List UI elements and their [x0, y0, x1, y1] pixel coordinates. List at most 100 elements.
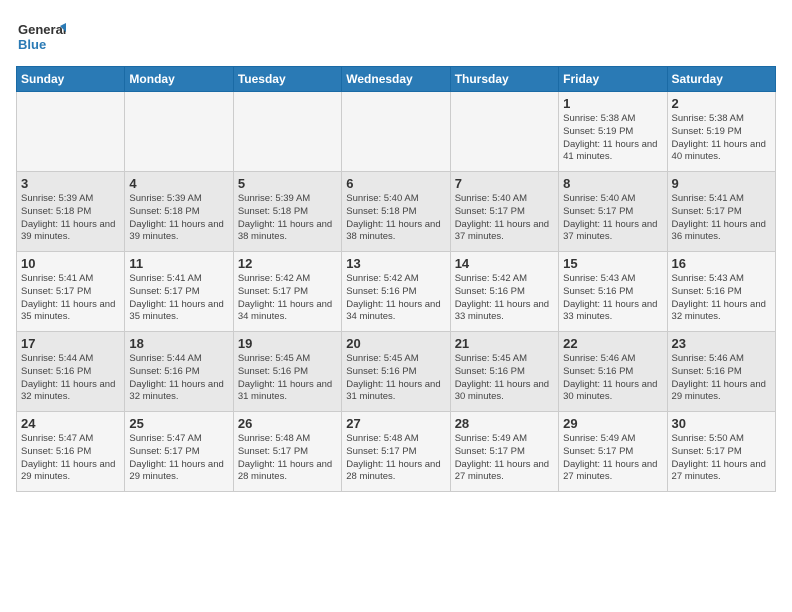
week-row-2: 3 Sunrise: 5:39 AM Sunset: 5:18 PM Daylig…: [17, 172, 776, 252]
day-info: Sunrise: 5:50 AM Sunset: 5:17 PM Dayligh…: [672, 433, 771, 484]
day-number: 15: [563, 256, 662, 271]
day-info: Sunrise: 5:46 AM Sunset: 5:16 PM Dayligh…: [563, 353, 662, 404]
day-number: 5: [238, 176, 337, 191]
calendar-cell: [450, 92, 558, 172]
day-number: 19: [238, 336, 337, 351]
day-info: Sunrise: 5:38 AM Sunset: 5:19 PM Dayligh…: [672, 113, 771, 164]
day-info: Sunrise: 5:40 AM Sunset: 5:18 PM Dayligh…: [346, 193, 445, 244]
calendar-cell: 3 Sunrise: 5:39 AM Sunset: 5:18 PM Daylig…: [17, 172, 125, 252]
calendar-cell: 23 Sunrise: 5:46 AM Sunset: 5:16 PM Dayli…: [667, 332, 775, 412]
day-number: 11: [129, 256, 228, 271]
day-number: 12: [238, 256, 337, 271]
day-info: Sunrise: 5:42 AM Sunset: 5:16 PM Dayligh…: [455, 273, 554, 324]
day-info: Sunrise: 5:43 AM Sunset: 5:16 PM Dayligh…: [563, 273, 662, 324]
day-number: 23: [672, 336, 771, 351]
day-info: Sunrise: 5:39 AM Sunset: 5:18 PM Dayligh…: [21, 193, 120, 244]
calendar-cell: [17, 92, 125, 172]
day-info: Sunrise: 5:40 AM Sunset: 5:17 PM Dayligh…: [563, 193, 662, 244]
day-info: Sunrise: 5:45 AM Sunset: 5:16 PM Dayligh…: [238, 353, 337, 404]
calendar-cell: 21Sunrise: 5:45 AM Sunset: 5:16 PM Dayli…: [450, 332, 558, 412]
calendar-cell: 12 Sunrise: 5:42 AM Sunset: 5:17 PM Dayli…: [233, 252, 341, 332]
day-info: Sunrise: 5:45 AM Sunset: 5:16 PM Dayligh…: [346, 353, 445, 404]
day-number: 14: [455, 256, 554, 271]
weekday-header-thursday: Thursday: [450, 67, 558, 92]
page-container: General Blue SundayMondayTuesdayWednesda…: [0, 0, 792, 500]
day-info: Sunrise: 5:40 AM Sunset: 5:17 PM Dayligh…: [455, 193, 554, 244]
day-number: 17: [21, 336, 120, 351]
calendar-cell: 2 Sunrise: 5:38 AM Sunset: 5:19 PM Daylig…: [667, 92, 775, 172]
calendar-table: SundayMondayTuesdayWednesdayThursdayFrid…: [16, 66, 776, 492]
day-number: 7: [455, 176, 554, 191]
weekday-header-friday: Friday: [559, 67, 667, 92]
day-info: Sunrise: 5:41 AM Sunset: 5:17 PM Dayligh…: [672, 193, 771, 244]
day-number: 6: [346, 176, 445, 191]
calendar-cell: 10 Sunrise: 5:41 AM Sunset: 5:17 PM Dayli…: [17, 252, 125, 332]
day-info: Sunrise: 5:43 AM Sunset: 5:16 PM Dayligh…: [672, 273, 771, 324]
day-number: 29: [563, 416, 662, 431]
calendar-cell: 26Sunrise: 5:48 AM Sunset: 5:17 PM Dayli…: [233, 412, 341, 492]
calendar-cell: 7 Sunrise: 5:40 AM Sunset: 5:17 PM Daylig…: [450, 172, 558, 252]
day-info: Sunrise: 5:44 AM Sunset: 5:16 PM Dayligh…: [21, 353, 120, 404]
day-number: 20: [346, 336, 445, 351]
weekday-header-tuesday: Tuesday: [233, 67, 341, 92]
calendar-cell: 18 Sunrise: 5:44 AM Sunset: 5:16 PM Dayli…: [125, 332, 233, 412]
day-number: 1: [563, 96, 662, 111]
calendar-cell: 14 Sunrise: 5:42 AM Sunset: 5:16 PM Dayli…: [450, 252, 558, 332]
calendar-cell: [342, 92, 450, 172]
svg-text:General: General: [18, 22, 66, 37]
calendar-cell: 29 Sunrise: 5:49 AM Sunset: 5:17 PM Dayli…: [559, 412, 667, 492]
day-number: 30: [672, 416, 771, 431]
calendar-cell: 1 Sunrise: 5:38 AM Sunset: 5:19 PM Daylig…: [559, 92, 667, 172]
day-info: Sunrise: 5:45 AM Sunset: 5:16 PM Dayligh…: [455, 353, 554, 404]
day-info: Sunrise: 5:42 AM Sunset: 5:16 PM Dayligh…: [346, 273, 445, 324]
day-number: 25: [129, 416, 228, 431]
day-number: 10: [21, 256, 120, 271]
calendar-cell: 8Sunrise: 5:40 AM Sunset: 5:17 PM Daylig…: [559, 172, 667, 252]
calendar-cell: 27 Sunrise: 5:48 AM Sunset: 5:17 PM Dayli…: [342, 412, 450, 492]
calendar-cell: 11Sunrise: 5:41 AM Sunset: 5:17 PM Dayli…: [125, 252, 233, 332]
day-number: 28: [455, 416, 554, 431]
day-number: 3: [21, 176, 120, 191]
calendar-cell: 19 Sunrise: 5:45 AM Sunset: 5:16 PM Dayli…: [233, 332, 341, 412]
calendar-cell: 24 Sunrise: 5:47 AM Sunset: 5:16 PM Dayli…: [17, 412, 125, 492]
day-info: Sunrise: 5:48 AM Sunset: 5:17 PM Dayligh…: [238, 433, 337, 484]
calendar-cell: 4Sunrise: 5:39 AM Sunset: 5:18 PM Daylig…: [125, 172, 233, 252]
day-info: Sunrise: 5:49 AM Sunset: 5:17 PM Dayligh…: [563, 433, 662, 484]
week-row-4: 17 Sunrise: 5:44 AM Sunset: 5:16 PM Dayli…: [17, 332, 776, 412]
day-info: Sunrise: 5:44 AM Sunset: 5:16 PM Dayligh…: [129, 353, 228, 404]
day-number: 2: [672, 96, 771, 111]
day-info: Sunrise: 5:47 AM Sunset: 5:16 PM Dayligh…: [21, 433, 120, 484]
logo: General Blue: [16, 16, 66, 56]
calendar-cell: 5Sunrise: 5:39 AM Sunset: 5:18 PM Daylig…: [233, 172, 341, 252]
svg-text:Blue: Blue: [18, 37, 46, 52]
day-info: Sunrise: 5:42 AM Sunset: 5:17 PM Dayligh…: [238, 273, 337, 324]
day-info: Sunrise: 5:46 AM Sunset: 5:16 PM Dayligh…: [672, 353, 771, 404]
calendar-cell: 9Sunrise: 5:41 AM Sunset: 5:17 PM Daylig…: [667, 172, 775, 252]
day-number: 24: [21, 416, 120, 431]
weekday-header-saturday: Saturday: [667, 67, 775, 92]
logo-svg: General Blue: [16, 16, 66, 56]
calendar-cell: 13 Sunrise: 5:42 AM Sunset: 5:16 PM Dayli…: [342, 252, 450, 332]
weekday-header-wednesday: Wednesday: [342, 67, 450, 92]
day-number: 18: [129, 336, 228, 351]
day-info: Sunrise: 5:41 AM Sunset: 5:17 PM Dayligh…: [21, 273, 120, 324]
calendar-cell: 6 Sunrise: 5:40 AM Sunset: 5:18 PM Daylig…: [342, 172, 450, 252]
calendar-cell: [125, 92, 233, 172]
day-number: 13: [346, 256, 445, 271]
calendar-cell: [233, 92, 341, 172]
calendar-cell: 15 Sunrise: 5:43 AM Sunset: 5:16 PM Dayli…: [559, 252, 667, 332]
calendar-cell: 30 Sunrise: 5:50 AM Sunset: 5:17 PM Dayli…: [667, 412, 775, 492]
day-info: Sunrise: 5:38 AM Sunset: 5:19 PM Dayligh…: [563, 113, 662, 164]
weekday-header-monday: Monday: [125, 67, 233, 92]
day-info: Sunrise: 5:39 AM Sunset: 5:18 PM Dayligh…: [129, 193, 228, 244]
weekday-header-sunday: Sunday: [17, 67, 125, 92]
day-info: Sunrise: 5:48 AM Sunset: 5:17 PM Dayligh…: [346, 433, 445, 484]
day-info: Sunrise: 5:49 AM Sunset: 5:17 PM Dayligh…: [455, 433, 554, 484]
calendar-cell: 28 Sunrise: 5:49 AM Sunset: 5:17 PM Dayli…: [450, 412, 558, 492]
day-number: 16: [672, 256, 771, 271]
day-number: 27: [346, 416, 445, 431]
calendar-cell: 22Sunrise: 5:46 AM Sunset: 5:16 PM Dayli…: [559, 332, 667, 412]
week-row-5: 24 Sunrise: 5:47 AM Sunset: 5:16 PM Dayli…: [17, 412, 776, 492]
calendar-cell: 16 Sunrise: 5:43 AM Sunset: 5:16 PM Dayli…: [667, 252, 775, 332]
calendar-cell: 20 Sunrise: 5:45 AM Sunset: 5:16 PM Dayli…: [342, 332, 450, 412]
